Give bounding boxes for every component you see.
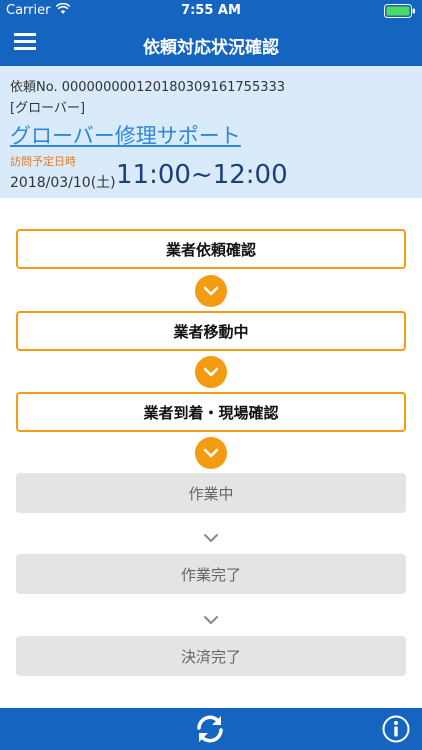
page-title: 依頼対応状況確認 (143, 38, 279, 58)
step-vendor-arrival: 業者到着・現場確認 (16, 392, 406, 432)
nav-bar: 依頼対応状況確認 (0, 22, 422, 66)
step-vendor-request-confirm: 業者依頼確認 (16, 229, 406, 269)
step-vendor-en-route: 業者移動中 (16, 311, 406, 351)
request-info-panel: 依頼No. 000000000120180309161755333 [グローバー… (0, 66, 422, 198)
chevron-down-icon (203, 529, 219, 542)
hamburger-menu-icon[interactable] (14, 31, 50, 59)
chevron-down-icon (195, 275, 227, 307)
status-bar: Carrier 7:55 AM (0, 0, 422, 22)
request-category: [グローバー] (10, 101, 86, 116)
visit-time: 11:00~12:00 (116, 160, 288, 190)
clock-time: 7:55 AM (181, 3, 241, 18)
refresh-icon[interactable] (194, 714, 226, 744)
step-in-progress: 作業中 (16, 473, 406, 513)
visit-schedule-label: 訪問予定日時 (10, 155, 76, 168)
step-work-complete: 作業完了 (16, 554, 406, 594)
chevron-down-icon (195, 437, 227, 469)
info-icon[interactable] (382, 715, 410, 743)
chevron-down-icon (195, 356, 227, 388)
chevron-down-icon (203, 611, 219, 624)
visit-date: 2018/03/10(土) (10, 175, 116, 191)
request-number: 依頼No. 000000000120180309161755333 (10, 80, 286, 95)
step-payment-complete: 決済完了 (16, 636, 406, 676)
company-link[interactable]: グローバー修理サポート (10, 120, 241, 150)
bottom-toolbar (0, 708, 422, 750)
battery-icon (384, 4, 416, 18)
